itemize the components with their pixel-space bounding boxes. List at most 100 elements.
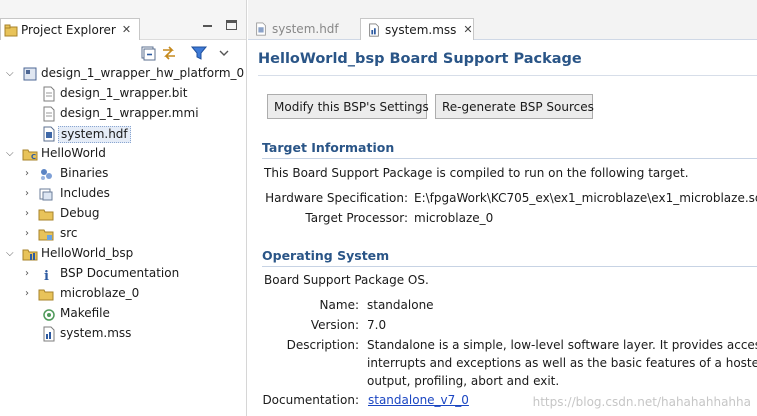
tree-row[interactable]: › Debug	[0, 204, 246, 224]
section-target-information: Target Information	[262, 140, 395, 155]
mss-file-icon	[43, 326, 55, 342]
tree-item-label: microblaze_0	[60, 286, 140, 300]
tree-item-label: Includes	[60, 186, 110, 200]
c-project-icon: C	[22, 149, 38, 161]
close-icon[interactable]: ✕	[122, 23, 131, 36]
section-operating-system: Operating System	[262, 248, 390, 263]
target-intro-text: This Board Support Package is compiled t…	[264, 166, 689, 180]
tree-item-label: system.mss	[60, 326, 132, 340]
os-name-label: Name:	[319, 298, 359, 312]
tab-system-mss[interactable]: system.mss ✕	[360, 18, 474, 40]
os-version-label: Version:	[310, 318, 359, 332]
hdf-file-icon	[43, 126, 55, 142]
maximize-view-icon[interactable]	[226, 20, 237, 30]
link-with-editor-icon[interactable]	[160, 44, 178, 62]
includes-icon	[39, 188, 53, 201]
title-divider	[258, 75, 757, 76]
tree-row[interactable]: › Binaries	[0, 164, 246, 184]
section-divider	[262, 158, 757, 159]
makefile-icon	[43, 309, 55, 321]
tree-item-label: src	[60, 226, 78, 240]
tree-item-label: design_1_wrapper_hw_platform_0	[41, 66, 245, 80]
hw-platform-icon	[23, 67, 37, 81]
collapsed-chevron-icon[interactable]: ›	[25, 189, 35, 199]
filter-icon[interactable]	[190, 44, 208, 62]
tree-item-label: HelloWorld	[41, 146, 106, 160]
tab-system-hdf[interactable]: system.hdf	[248, 18, 356, 40]
modify-bsp-settings-button[interactable]: Modify this BSP's Settings	[267, 94, 429, 119]
view-menu-icon[interactable]	[218, 44, 230, 62]
collapse-all-icon[interactable]	[139, 44, 157, 62]
section-divider	[262, 266, 757, 267]
target-processor-label: Target Processor:	[305, 211, 408, 225]
project-explorer-view: Project Explorer ✕ ⌵ design_1_wrapper_hw…	[0, 0, 247, 416]
os-description-line: Standalone is a simple, low-level softwa…	[367, 338, 757, 352]
tree-item-label: BSP Documentation	[60, 266, 180, 280]
tree-item-label: design_1_wrapper.bit	[60, 86, 188, 100]
project-explorer-tabbar: Project Explorer ✕	[0, 0, 246, 40]
bsp-overview-page: HelloWorld_bsp Board Support Package Mod…	[248, 41, 757, 416]
os-description-line: interrupts and exceptions as well as the…	[367, 356, 757, 370]
source-folder-icon	[38, 229, 54, 241]
tree-row[interactable]: › src	[0, 224, 246, 244]
tab-project-explorer-label: Project Explorer	[21, 22, 116, 37]
tree-row[interactable]: ⌵ HelloWorld_bsp	[0, 244, 246, 264]
svg-text:i: i	[44, 269, 49, 282]
project-explorer-icon	[4, 24, 18, 36]
tree-row-selected[interactable]: system.hdf	[0, 124, 246, 144]
tree-row[interactable]: › i BSP Documentation	[0, 264, 246, 284]
hw-spec-value: E:\fpgaWork\KC705_ex\ex1_microblaze\ex1_…	[414, 191, 757, 205]
tab-label: system.hdf	[272, 22, 339, 36]
svg-text:C: C	[31, 153, 36, 161]
documentation-link[interactable]: standalone_v7_0	[368, 393, 469, 408]
os-name-value: standalone	[367, 298, 434, 312]
binaries-icon	[41, 169, 52, 180]
tree-item-label: system.hdf	[58, 126, 131, 143]
tree-row[interactable]: › Includes	[0, 184, 246, 204]
target-processor-value: microblaze_0	[414, 211, 494, 225]
editor-tabbar: system.hdf system.mss ✕	[248, 0, 757, 40]
os-version-value: 7.0	[367, 318, 387, 332]
file-icon	[43, 86, 55, 102]
os-description-line: output, profiling, abort and exit.	[367, 374, 560, 388]
folder-icon	[38, 289, 54, 301]
watermark-text: https://blog.csdn.net/hahahahhahha	[532, 395, 751, 409]
hw-spec-label: Hardware Specification:	[265, 191, 408, 205]
expanded-chevron-icon[interactable]: ⌵	[6, 149, 16, 159]
regenerate-bsp-sources-button[interactable]: Re-generate BSP Sources	[435, 94, 594, 119]
editor-area: system.hdf system.mss ✕ HelloWorld_bsp B…	[248, 0, 757, 416]
collapsed-chevron-icon[interactable]: ›	[25, 229, 35, 239]
collapsed-chevron-icon[interactable]: ›	[25, 269, 35, 279]
project-explorer-toolbar	[0, 40, 246, 64]
file-icon	[43, 106, 55, 122]
hdf-file-icon	[256, 22, 266, 36]
tree-row[interactable]: design_1_wrapper.bit	[0, 84, 246, 104]
tree-item-label: Debug	[60, 206, 100, 220]
os-description-label: Description:	[286, 338, 359, 352]
collapsed-chevron-icon[interactable]: ›	[25, 289, 35, 299]
tree-item-label: Makefile	[60, 306, 110, 320]
tab-label: system.mss	[385, 22, 457, 37]
tree-row[interactable]: Makefile	[0, 304, 246, 324]
tree-row[interactable]: ⌵ C HelloWorld	[0, 144, 246, 164]
tree-row[interactable]: design_1_wrapper.mmi	[0, 104, 246, 124]
tree-row[interactable]: › microblaze_0	[0, 284, 246, 304]
project-tree: ⌵ design_1_wrapper_hw_platform_0 design_…	[0, 64, 246, 344]
tree-item-label: Binaries	[60, 166, 109, 180]
tree-item-label: design_1_wrapper.mmi	[60, 106, 199, 120]
collapsed-chevron-icon[interactable]: ›	[25, 209, 35, 219]
bsp-project-icon	[22, 249, 38, 261]
page-title: HelloWorld_bsp Board Support Package	[258, 51, 582, 67]
tree-row[interactable]: ⌵ design_1_wrapper_hw_platform_0	[0, 64, 246, 84]
info-icon: i	[44, 269, 49, 282]
expanded-chevron-icon[interactable]: ⌵	[6, 69, 16, 79]
expanded-chevron-icon[interactable]: ⌵	[6, 249, 16, 259]
os-intro-text: Board Support Package OS.	[264, 273, 429, 287]
tab-project-explorer[interactable]: Project Explorer ✕	[0, 18, 140, 40]
os-documentation-label: Documentation:	[262, 393, 359, 407]
collapsed-chevron-icon[interactable]: ›	[25, 169, 35, 179]
close-icon[interactable]: ✕	[463, 23, 472, 36]
minimize-view-icon[interactable]	[202, 20, 214, 32]
tree-row[interactable]: system.mss	[0, 324, 246, 344]
tree-item-label: HelloWorld_bsp	[41, 246, 134, 260]
